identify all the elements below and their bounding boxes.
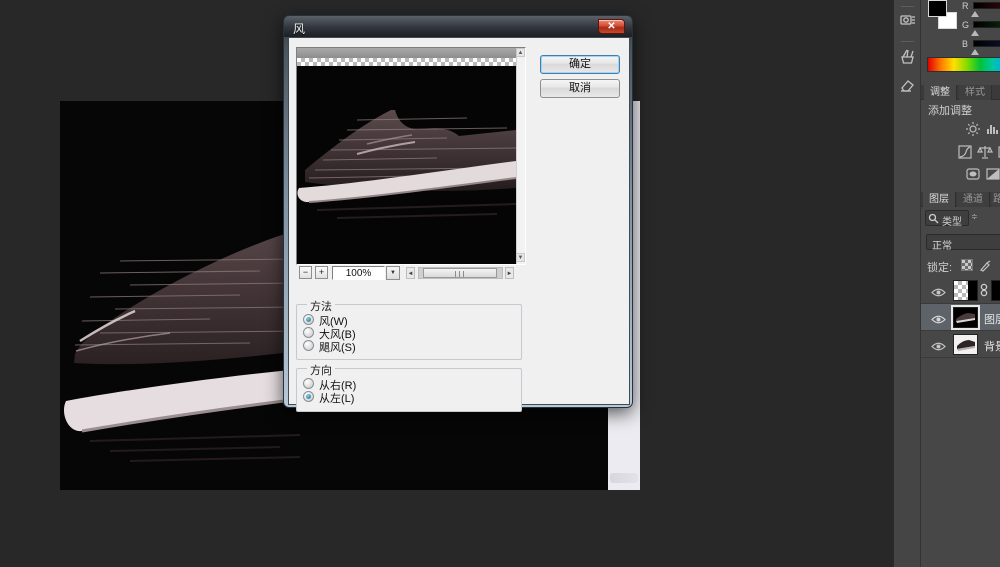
zoom-out-button[interactable]: − [299, 266, 312, 279]
vignette-icon[interactable] [965, 166, 981, 182]
preview-zoom-controls: − + 100% ▼ ◄ ► [296, 266, 526, 282]
preview-shoe-image [297, 66, 516, 264]
tab-channels[interactable]: 通道 [957, 192, 990, 207]
collapsed-panel-strip [894, 0, 921, 567]
layer-row-background[interactable]: 背景 [921, 331, 1000, 358]
layers-tabbar: 图层 通道 路径 [921, 192, 1000, 207]
lock-pixels-brush-icon[interactable] [979, 259, 991, 271]
preview-black-area [297, 66, 516, 264]
tab-adjustments[interactable]: 调整 [924, 85, 957, 100]
radio-wind-control[interactable] [303, 314, 314, 325]
dialog-title: 风 [293, 20, 305, 37]
direction-groupbox: 方向 从右(R) 从左(L) [296, 368, 522, 412]
canvas-smudge [610, 473, 638, 483]
zoom-level-value: 100% [332, 266, 385, 280]
zoom-in-button[interactable]: + [315, 266, 328, 279]
foreground-color-swatch[interactable] [928, 0, 947, 17]
eraser-icon[interactable] [899, 77, 916, 94]
color-spectrum-ramp[interactable] [927, 57, 1000, 72]
strip-divider [901, 6, 914, 7]
adjustments-tabbar: 调整 样式 [921, 85, 1000, 100]
red-slider-thumb[interactable] [971, 11, 979, 17]
gradient-map-icon[interactable] [985, 166, 1000, 182]
tab-paths[interactable]: 路径 [991, 192, 1000, 207]
layer-filter-dropdown[interactable]: 类型 [925, 210, 969, 226]
layer-thumbnail[interactable] [953, 280, 978, 301]
green-slider-thumb[interactable] [971, 30, 979, 36]
preview-vertical-scrollbar[interactable]: ▲ ▼ [516, 48, 525, 264]
lock-label: 锁定: [927, 259, 952, 275]
color-panel: R G B [921, 0, 1000, 80]
zoom-dropdown-button[interactable]: ▼ [386, 266, 400, 280]
blue-slider[interactable] [973, 40, 1000, 47]
layer-row-mask[interactable] [921, 277, 1000, 304]
visibility-eye-icon[interactable] [931, 312, 946, 323]
color-balance-icon[interactable] [977, 144, 993, 160]
scroll-right-icon[interactable]: ► [505, 267, 514, 279]
thumb-grip [455, 271, 467, 277]
preview-transparency-band [297, 58, 516, 66]
radio-from-right-control[interactable] [303, 378, 314, 389]
filter-kind-label: 类型 [942, 213, 962, 228]
blend-mode-dropdown[interactable]: 正常 [926, 234, 1000, 250]
visibility-eye-icon[interactable] [931, 339, 946, 350]
method-groupbox: 方法 风(W) 大风(B) 飓风(S) [296, 304, 522, 360]
close-icon[interactable]: ✕ [598, 19, 625, 34]
scroll-down-icon[interactable]: ▼ [516, 253, 525, 262]
canvas-shoe-image [60, 101, 300, 490]
cancel-button[interactable]: 取消 [540, 79, 620, 98]
scrollbar-thumb[interactable] [423, 268, 497, 278]
radio-from-left-control[interactable] [303, 391, 314, 402]
brush-presets-icon[interactable] [899, 48, 916, 65]
radio-stagger-control[interactable] [303, 340, 314, 351]
blue-channel-label: B [962, 39, 972, 49]
clone-source-icon[interactable] [899, 13, 916, 30]
curves-icon[interactable] [957, 144, 973, 160]
filter-preview[interactable]: ▲ ▼ [296, 47, 526, 265]
lock-transparency-icon[interactable] [961, 259, 973, 271]
green-slider[interactable] [973, 21, 1000, 28]
search-icon [928, 213, 939, 224]
preview-horizontal-scrollbar[interactable] [418, 267, 503, 279]
mask-thumbnail[interactable] [991, 280, 1000, 301]
dialog-body: ▲ ▼ − + 100% ▼ ◄ ► 方法 风(W) [288, 37, 630, 405]
brightness-contrast-icon[interactable] [965, 121, 981, 137]
dialog-titlebar[interactable]: 风 ✕ [284, 16, 632, 37]
layer-name: 图层 1 [984, 311, 1000, 327]
add-adjustment-label: 添加调整 [928, 102, 972, 118]
levels-icon[interactable] [985, 121, 1000, 137]
preview-image[interactable] [297, 48, 516, 264]
radio-blast-control[interactable] [303, 327, 314, 338]
ok-button[interactable]: 确定 [540, 55, 620, 74]
method-group-title: 方法 [307, 298, 335, 314]
blend-mode-value: 正常 [932, 237, 952, 252]
preview-gray-band [297, 48, 516, 58]
direction-group-title: 方向 [307, 362, 335, 378]
visibility-eye-icon[interactable] [931, 285, 946, 296]
panel-column: R G B 调整 样式 添加调整 [921, 0, 1000, 567]
green-channel-label: G [962, 20, 972, 30]
red-slider[interactable] [973, 2, 1000, 9]
layer-name: 背景 [984, 338, 1000, 354]
tab-layers[interactable]: 图层 [923, 192, 956, 207]
layer-row-layer1[interactable]: 图层 1 [921, 304, 1000, 331]
blue-slider-thumb[interactable] [971, 49, 979, 55]
filter-dropdown-arrows-icon[interactable]: ≑ [971, 212, 977, 221]
scroll-up-icon[interactable]: ▲ [516, 48, 525, 57]
mask-link-icon[interactable] [980, 283, 988, 302]
layer-thumbnail[interactable] [953, 307, 978, 328]
strip-divider [901, 41, 914, 42]
layer-thumbnail[interactable] [953, 334, 978, 355]
wind-filter-dialog: 风 ✕ [283, 15, 633, 408]
red-channel-label: R [962, 1, 972, 11]
tab-styles[interactable]: 样式 [959, 85, 992, 100]
scroll-left-icon[interactable]: ◄ [406, 267, 415, 279]
panel-dock: R G B 调整 样式 添加调整 [893, 0, 1000, 567]
